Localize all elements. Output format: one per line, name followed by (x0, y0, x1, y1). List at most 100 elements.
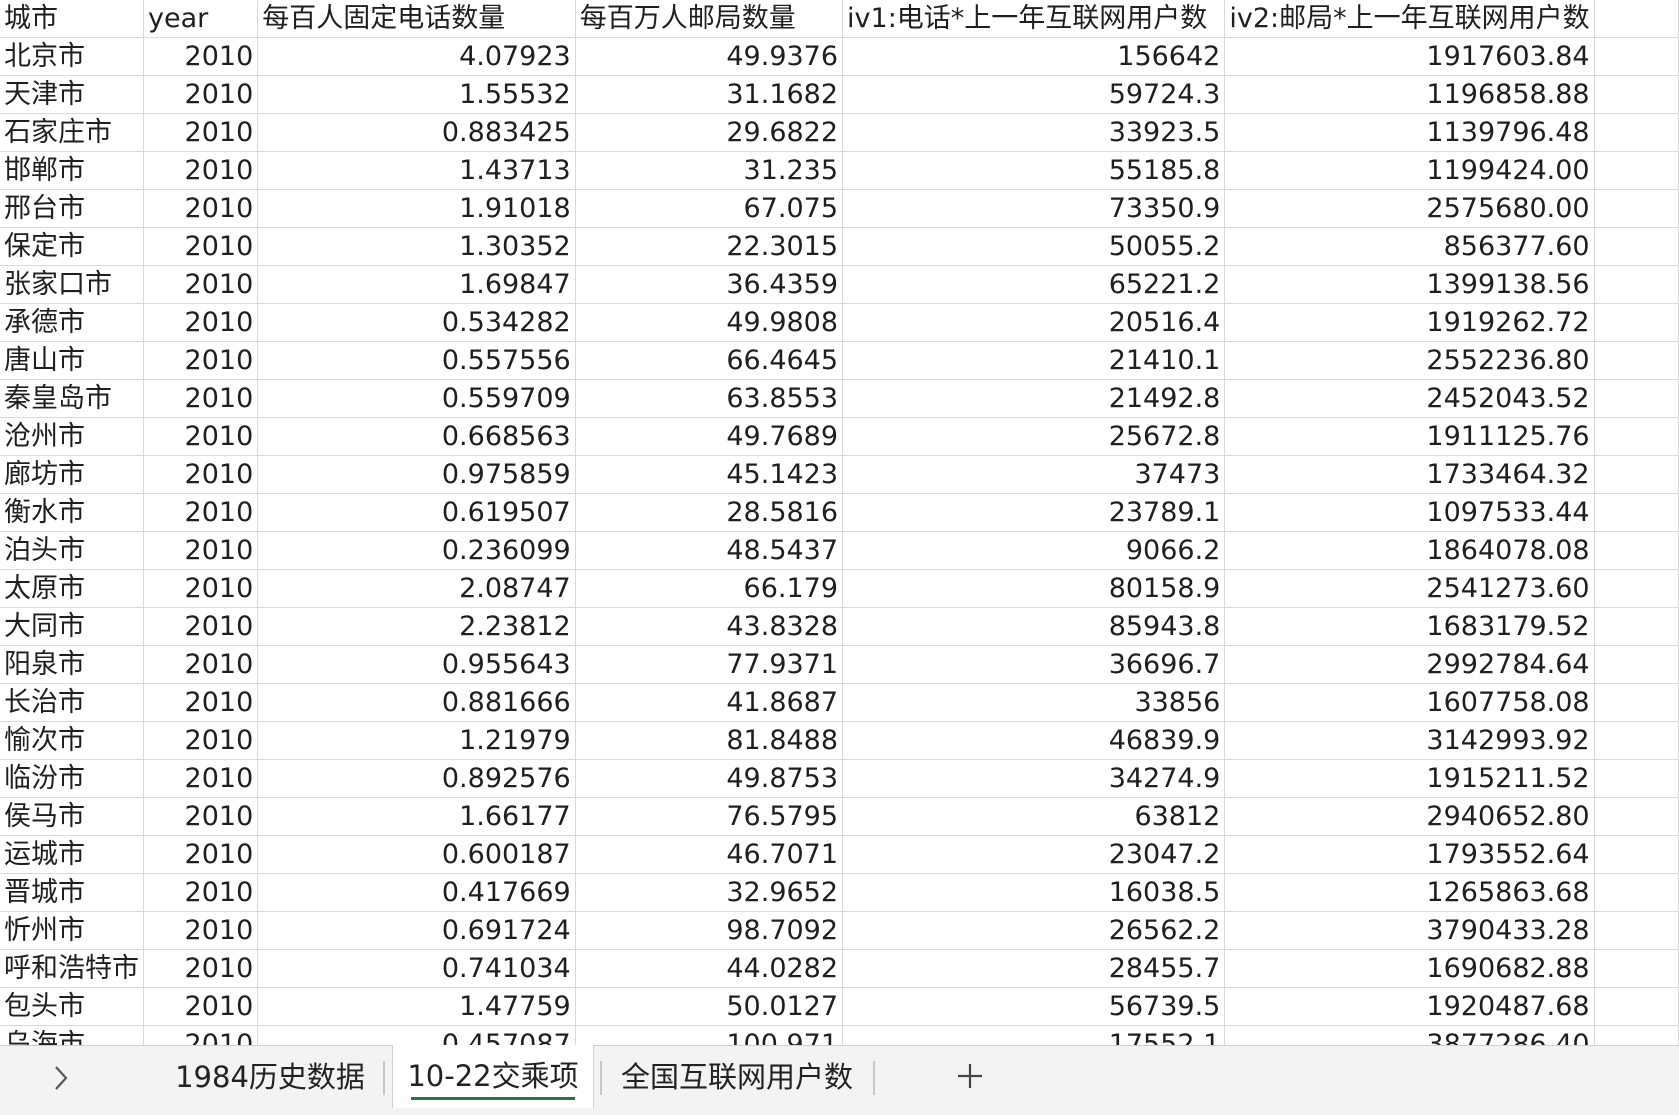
tab-10-22-interaction[interactable]: 10-22交乘项 (392, 1045, 594, 1108)
table-cell[interactable]: 49.9808 (575, 303, 844, 342)
city-cell[interactable]: 侯马市 (0, 797, 144, 836)
empty-cell[interactable] (1594, 987, 1679, 1026)
table-cell[interactable]: 2010 (143, 417, 259, 456)
table-cell[interactable]: 28455.7 (842, 949, 1226, 988)
table-cell[interactable]: 1607758.08 (1224, 683, 1595, 722)
table-cell[interactable]: 0.892576 (257, 759, 576, 798)
table-cell[interactable]: 1.66177 (257, 797, 576, 836)
city-cell[interactable]: 秦皇岛市 (0, 379, 144, 418)
city-cell[interactable]: 保定市 (0, 227, 144, 266)
city-cell[interactable]: 邯郸市 (0, 151, 144, 190)
table-cell[interactable]: 55185.8 (842, 151, 1226, 190)
table-cell[interactable]: 17552.1 (842, 1025, 1226, 1045)
empty-cell[interactable] (1594, 493, 1679, 532)
city-cell[interactable]: 呼和浩特市 (0, 949, 144, 988)
table-cell[interactable]: 1097533.44 (1224, 493, 1595, 532)
table-cell[interactable]: 1.55532 (257, 75, 576, 114)
table-cell[interactable]: 20516.4 (842, 303, 1226, 342)
tab-national-internet-users[interactable]: 全国互联网用户数 (612, 1046, 862, 1108)
table-cell[interactable]: 0.741034 (257, 949, 576, 988)
city-cell[interactable]: 天津市 (0, 75, 144, 114)
table-cell[interactable]: 100.971 (575, 1025, 844, 1045)
table-cell[interactable]: 29.6822 (575, 113, 844, 152)
empty-cell[interactable] (1594, 341, 1679, 380)
table-cell[interactable]: 0.955643 (257, 645, 576, 684)
table-cell[interactable]: 4.07923 (257, 37, 576, 76)
table-cell[interactable]: 0.883425 (257, 113, 576, 152)
table-cell[interactable]: 0.534282 (257, 303, 576, 342)
table-cell[interactable]: 2010 (143, 531, 259, 570)
table-cell[interactable]: 41.8687 (575, 683, 844, 722)
table-cell[interactable]: 1920487.68 (1224, 987, 1595, 1026)
empty-cell[interactable] (1594, 645, 1679, 684)
table-cell[interactable]: 2452043.52 (1224, 379, 1595, 418)
city-cell[interactable]: 唐山市 (0, 341, 144, 380)
table-cell[interactable]: 1683179.52 (1224, 607, 1595, 646)
table-cell[interactable]: 1793552.64 (1224, 835, 1595, 874)
table-cell[interactable]: 2575680.00 (1224, 189, 1595, 228)
table-cell[interactable]: 50055.2 (842, 227, 1226, 266)
empty-cell[interactable] (1594, 911, 1679, 950)
table-cell[interactable]: 2010 (143, 911, 259, 950)
empty-cell[interactable] (1594, 1025, 1679, 1045)
city-cell[interactable]: 运城市 (0, 835, 144, 874)
empty-cell[interactable] (1594, 189, 1679, 228)
empty-cell[interactable] (1594, 75, 1679, 114)
table-cell[interactable]: 2010 (143, 645, 259, 684)
column-header[interactable] (1594, 0, 1679, 38)
table-cell[interactable]: 1.69847 (257, 265, 576, 304)
table-cell[interactable]: 1.30352 (257, 227, 576, 266)
empty-cell[interactable] (1594, 37, 1679, 76)
column-header[interactable]: iv1:电话*上一年互联网用户数 (842, 0, 1226, 38)
table-cell[interactable]: 2010 (143, 759, 259, 798)
table-cell[interactable]: 50.0127 (575, 987, 844, 1026)
table-cell[interactable]: 2010 (143, 113, 259, 152)
table-cell[interactable]: 2010 (143, 1025, 259, 1045)
table-cell[interactable]: 2010 (143, 151, 259, 190)
table-cell[interactable]: 2010 (143, 873, 259, 912)
city-cell[interactable]: 晋城市 (0, 873, 144, 912)
table-cell[interactable]: 22.3015 (575, 227, 844, 266)
table-cell[interactable]: 2010 (143, 37, 259, 76)
chevron-right-icon[interactable] (40, 1056, 80, 1100)
table-cell[interactable]: 32.9652 (575, 873, 844, 912)
table-cell[interactable]: 1911125.76 (1224, 417, 1595, 456)
empty-cell[interactable] (1594, 265, 1679, 304)
table-cell[interactable]: 1917603.84 (1224, 37, 1595, 76)
table-cell[interactable]: 2010 (143, 455, 259, 494)
table-cell[interactable]: 9066.2 (842, 531, 1226, 570)
table-cell[interactable]: 0.457087 (257, 1025, 576, 1045)
table-cell[interactable]: 2010 (143, 227, 259, 266)
table-cell[interactable]: 2010 (143, 607, 259, 646)
empty-cell[interactable] (1594, 835, 1679, 874)
table-cell[interactable]: 2940652.80 (1224, 797, 1595, 836)
city-cell[interactable]: 忻州市 (0, 911, 144, 950)
column-header[interactable]: 每百万人邮局数量 (575, 0, 844, 38)
table-cell[interactable]: 0.600187 (257, 835, 576, 874)
table-cell[interactable]: 0.975859 (257, 455, 576, 494)
table-cell[interactable]: 16038.5 (842, 873, 1226, 912)
city-cell[interactable]: 太原市 (0, 569, 144, 608)
table-cell[interactable]: 2010 (143, 835, 259, 874)
table-cell[interactable]: 63.8553 (575, 379, 844, 418)
city-cell[interactable]: 廊坊市 (0, 455, 144, 494)
table-cell[interactable]: 1915211.52 (1224, 759, 1595, 798)
table-cell[interactable]: 2992784.64 (1224, 645, 1595, 684)
table-cell[interactable]: 67.075 (575, 189, 844, 228)
city-cell[interactable]: 承德市 (0, 303, 144, 342)
empty-cell[interactable] (1594, 797, 1679, 836)
city-cell[interactable]: 沧州市 (0, 417, 144, 456)
plus-icon[interactable] (950, 1054, 990, 1098)
table-cell[interactable]: 3790433.28 (1224, 911, 1595, 950)
table-cell[interactable]: 2541273.60 (1224, 569, 1595, 608)
empty-cell[interactable] (1594, 379, 1679, 418)
table-cell[interactable]: 2010 (143, 949, 259, 988)
table-cell[interactable]: 2010 (143, 493, 259, 532)
table-cell[interactable]: 2.23812 (257, 607, 576, 646)
city-cell[interactable]: 石家庄市 (0, 113, 144, 152)
city-cell[interactable]: 泊头市 (0, 531, 144, 570)
empty-cell[interactable] (1594, 113, 1679, 152)
table-cell[interactable]: 1690682.88 (1224, 949, 1595, 988)
empty-cell[interactable] (1594, 949, 1679, 988)
table-cell[interactable]: 46.7071 (575, 835, 844, 874)
